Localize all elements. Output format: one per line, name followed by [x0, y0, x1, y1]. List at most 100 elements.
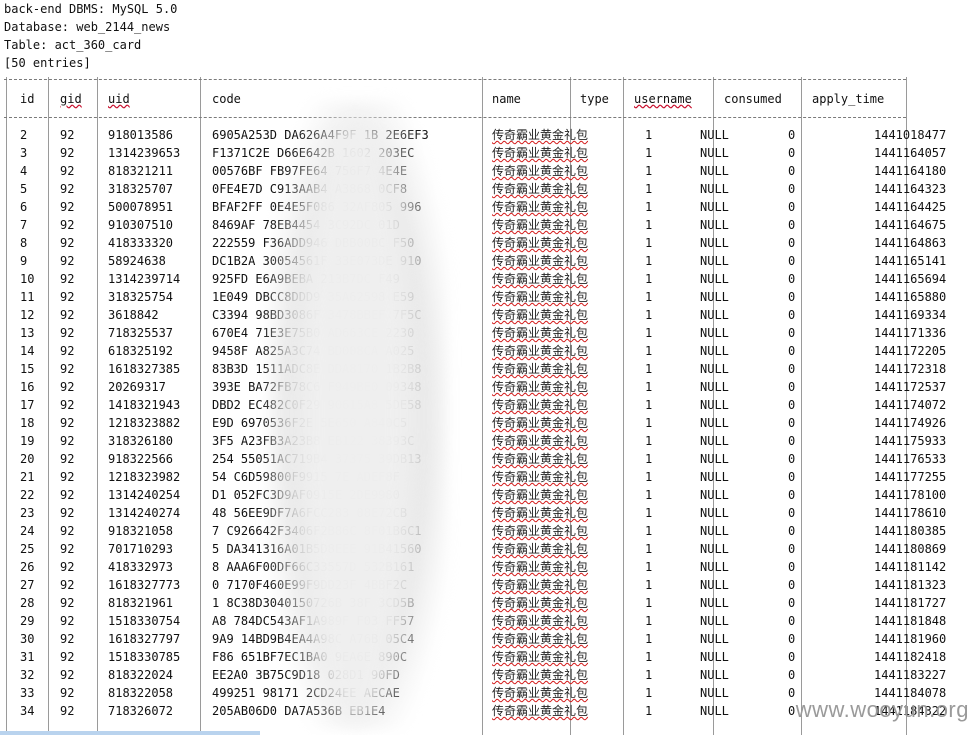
table-cell-username: NULL	[700, 632, 729, 646]
table-cell-apply-time: 1441164057	[874, 146, 947, 160]
table-cell-type: 1	[645, 344, 653, 358]
table-cell-name: 传奇霸业黄金礼包	[492, 596, 589, 610]
table-cell-type: 1	[645, 146, 653, 160]
table-cell-id: 3	[20, 146, 28, 160]
table-cell-consumed: 0	[788, 668, 796, 682]
table-cell-username: NULL	[700, 326, 729, 340]
table-cell-id: 26	[20, 560, 35, 574]
table-cell-id: 20	[20, 452, 35, 466]
table-cell-apply-time: 1441165694	[874, 272, 947, 286]
table-cell-type: 1	[645, 254, 653, 268]
scrollbar[interactable]	[0, 731, 260, 735]
table-cell-gid: 92	[60, 488, 75, 502]
column-header-uid: uid	[108, 92, 130, 106]
table-cell-username: NULL	[700, 236, 729, 250]
table-cell-username: NULL	[700, 272, 729, 286]
column-separator	[97, 77, 98, 735]
table-cell-consumed: 0	[788, 380, 796, 394]
table-cell-gid: 92	[60, 470, 75, 484]
table-cell-username: NULL	[700, 524, 729, 538]
table-cell-id: 30	[20, 632, 35, 646]
table-cell-id: 29	[20, 614, 35, 628]
table-cell-apply-time: 1441177255	[874, 470, 947, 484]
table-cell-id: 23	[20, 506, 35, 520]
table-cell-name: 传奇霸业黄金礼包	[492, 326, 589, 340]
table-cell-consumed: 0	[788, 524, 796, 538]
table-cell-uid: 1314240254	[108, 488, 181, 502]
table-cell-consumed: 0	[788, 182, 796, 196]
row-separator	[4, 117, 906, 118]
table-cell-username: NULL	[700, 416, 729, 430]
table-cell-username: NULL	[700, 488, 729, 502]
table-cell-uid: 718325537	[108, 326, 174, 340]
table-cell-id: 28	[20, 596, 35, 610]
table-cell-uid: 818321211	[108, 164, 174, 178]
table-cell-username: NULL	[700, 362, 729, 376]
table-cell-name: 传奇霸业黄金礼包	[492, 434, 589, 448]
table-cell-gid: 92	[60, 362, 75, 376]
table-cell-type: 1	[645, 236, 653, 250]
table-cell-consumed: 0	[788, 452, 796, 466]
table-cell-gid: 92	[60, 218, 75, 232]
table-cell-apply-time: 1441164863	[874, 236, 947, 250]
table-cell-consumed: 0	[788, 146, 796, 160]
table-cell-name: 传奇霸业黄金礼包	[492, 344, 589, 358]
column-header-code: code	[212, 92, 241, 106]
table-cell-gid: 92	[60, 344, 75, 358]
table-cell-gid: 92	[60, 128, 75, 142]
table-cell-type: 1	[645, 524, 653, 538]
table-cell-username: NULL	[700, 596, 729, 610]
table-cell-id: 22	[20, 488, 35, 502]
column-header-name: name	[492, 92, 521, 106]
table-cell-name: 传奇霸业黄金礼包	[492, 524, 589, 538]
table-cell-id: 14	[20, 344, 35, 358]
table-cell-id: 5	[20, 182, 28, 196]
table-cell-apply-time: 1441180869	[874, 542, 947, 556]
table-cell-id: 27	[20, 578, 35, 592]
table-cell-consumed: 0	[788, 416, 796, 430]
table-cell-username: NULL	[700, 398, 729, 412]
table-cell-apply-time: 1441178100	[874, 488, 947, 502]
table-cell-apply-time: 1441165141	[874, 254, 947, 268]
table-cell-gid: 92	[60, 614, 75, 628]
column-separator	[200, 77, 201, 735]
table-cell-username: NULL	[700, 614, 729, 628]
table-cell-id: 32	[20, 668, 35, 682]
table-cell-name: 传奇霸业黄金礼包	[492, 614, 589, 628]
table-cell-name: 传奇霸业黄金礼包	[492, 272, 589, 286]
table-cell-id: 18	[20, 416, 35, 430]
table-cell-name: 传奇霸业黄金礼包	[492, 560, 589, 574]
table-cell-apply-time: 1441174072	[874, 398, 947, 412]
table-cell-username: NULL	[700, 146, 729, 160]
table-cell-consumed: 0	[788, 686, 796, 700]
table-cell-apply-time: 1441178610	[874, 506, 947, 520]
table-cell-apply-time: 1441175933	[874, 434, 947, 448]
table-cell-id: 8	[20, 236, 28, 250]
table-cell-consumed: 0	[788, 290, 796, 304]
table-cell-gid: 92	[60, 164, 75, 178]
table-cell-username: NULL	[700, 218, 729, 232]
table-cell-name: 传奇霸业黄金礼包	[492, 704, 589, 718]
table-cell-apply-time: 1441172537	[874, 380, 947, 394]
table-cell-type: 1	[645, 578, 653, 592]
table-cell-gid: 92	[60, 506, 75, 520]
table-cell-apply-time: 1441172205	[874, 344, 947, 358]
table-cell-uid: 20269317	[108, 380, 166, 394]
table-cell-apply-time: 1441181142	[874, 560, 947, 574]
table-cell-uid: 918321058	[108, 524, 174, 538]
table-cell-id: 33	[20, 686, 35, 700]
table-cell-apply-time: 1441176533	[874, 452, 947, 466]
table-cell-gid: 92	[60, 380, 75, 394]
column-separator	[482, 77, 483, 735]
table-cell-apply-time: 1441181323	[874, 578, 947, 592]
table-cell-consumed: 0	[788, 650, 796, 664]
table-cell-type: 1	[645, 560, 653, 574]
table-cell-type: 1	[645, 650, 653, 664]
table-cell-gid: 92	[60, 632, 75, 646]
table-cell-username: NULL	[700, 254, 729, 268]
table-cell-username: NULL	[700, 650, 729, 664]
table-cell-id: 7	[20, 218, 28, 232]
table-cell-type: 1	[645, 470, 653, 484]
table-cell-name: 传奇霸业黄金礼包	[492, 470, 589, 484]
table-cell-type: 1	[645, 128, 653, 142]
